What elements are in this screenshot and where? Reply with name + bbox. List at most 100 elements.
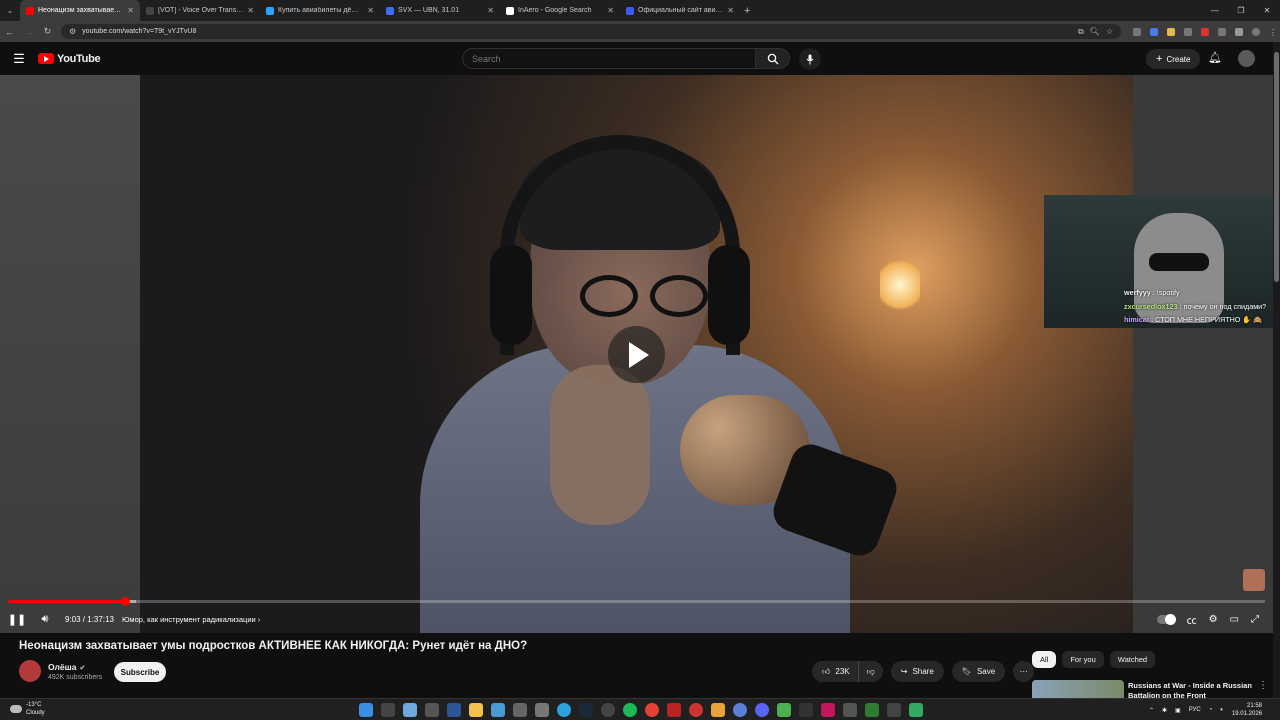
browser-tab[interactable]: Купить авиабилеты дёшево со ✕ xyxy=(260,0,380,21)
scrollbar-thumb[interactable] xyxy=(1274,52,1279,282)
tray-chevron-icon[interactable]: ⌃ xyxy=(1149,707,1154,714)
app-icon[interactable] xyxy=(887,703,901,717)
app-icon[interactable] xyxy=(667,703,681,717)
zoom-icon[interactable]: 🔍︎ xyxy=(1090,27,1100,36)
theater-mode-icon[interactable]: ▭ xyxy=(1230,614,1239,625)
close-tab-icon[interactable]: ✕ xyxy=(487,6,494,15)
app-icon[interactable] xyxy=(733,703,747,717)
extension-icon[interactable] xyxy=(1184,27,1192,36)
new-tab-button[interactable]: + xyxy=(744,5,750,17)
settings-gear-icon[interactable]: ⚙ xyxy=(1209,614,1218,625)
steam-icon[interactable] xyxy=(579,703,593,717)
reload-icon[interactable]: ↻ xyxy=(38,26,57,37)
recommendation-title[interactable]: Russians at War - Inside a Russian Batta… xyxy=(1128,681,1256,698)
chrome-icon[interactable] xyxy=(645,703,659,717)
spotify-icon[interactable] xyxy=(623,703,637,717)
channel-name[interactable]: Олёша ✔ xyxy=(48,662,85,672)
recommendation-menu-icon[interactable]: ⋮ xyxy=(1258,680,1268,691)
app-icon[interactable] xyxy=(821,703,835,717)
chatgpt-icon[interactable] xyxy=(601,703,615,717)
dislike-button[interactable]: 👎︎ xyxy=(857,661,883,682)
channel-avatar[interactable] xyxy=(19,660,41,682)
start-icon[interactable] xyxy=(359,703,373,717)
subscribe-button[interactable]: Subscribe xyxy=(114,662,166,682)
browser-tab[interactable]: Официальный сайт авиакомп ✕ xyxy=(620,0,740,21)
maximize-icon[interactable]: ❐ xyxy=(1228,6,1254,15)
browser-tab[interactable]: [VOT] - Voice Over Translation✕ xyxy=(140,0,260,21)
play-button[interactable] xyxy=(608,326,665,383)
like-button[interactable]: 👍︎ 23K xyxy=(812,661,858,682)
search-icon[interactable] xyxy=(381,703,395,717)
video-player[interactable]: werfyyy : !spotify zxcursedlox123 : почем… xyxy=(0,75,1273,633)
scrubber-handle[interactable] xyxy=(120,597,130,606)
recommendation-item[interactable]: Russians at War - Inside a Russian Batta… xyxy=(1032,680,1268,698)
close-tab-icon[interactable]: ✕ xyxy=(367,6,374,15)
fullscreen-icon[interactable]: ⤢ xyxy=(1251,614,1259,625)
app-icon[interactable] xyxy=(711,703,725,717)
weather-widget[interactable]: -13°C Cloudy xyxy=(10,701,45,717)
back-icon[interactable]: ← xyxy=(0,27,19,37)
extension-icon[interactable] xyxy=(1201,27,1209,36)
extension-icon[interactable] xyxy=(1235,27,1243,36)
app-icon[interactable] xyxy=(777,703,791,717)
clock[interactable]: 21:58 19.01.2026 xyxy=(1232,702,1262,718)
close-window-icon[interactable]: ✕ xyxy=(1254,6,1280,15)
close-tab-icon[interactable]: ✕ xyxy=(727,6,734,15)
search-button[interactable] xyxy=(756,48,790,69)
menu-icon[interactable]: ☰ xyxy=(0,51,38,67)
app-icon[interactable] xyxy=(403,703,417,717)
telegram-icon[interactable] xyxy=(557,703,571,717)
progress-bar[interactable] xyxy=(8,597,1265,606)
profile-icon[interactable] xyxy=(1252,27,1260,36)
recommendation-thumbnail[interactable] xyxy=(1032,680,1124,698)
notifications-bell-icon[interactable]: 🔔︎ xyxy=(1208,51,1222,64)
file-explorer-icon[interactable] xyxy=(469,703,483,717)
app-icon[interactable] xyxy=(799,703,813,717)
bluetooth-icon[interactable]: ✱ xyxy=(1162,707,1167,714)
tab-search-icon[interactable]: ⌄ xyxy=(0,0,20,21)
voice-search-button[interactable] xyxy=(799,48,821,70)
close-tab-icon[interactable]: ✕ xyxy=(127,6,134,15)
app-icon[interactable] xyxy=(425,703,439,717)
volume-tray-icon[interactable]: 🔈︎ xyxy=(1220,707,1224,714)
close-tab-icon[interactable]: ✕ xyxy=(607,6,614,15)
volume-icon[interactable]: 🔊︎ xyxy=(31,613,59,626)
filter-chip[interactable]: All xyxy=(1032,651,1057,668)
pause-icon[interactable]: ❚❚ xyxy=(3,613,31,626)
create-button[interactable]: + Create xyxy=(1146,49,1201,69)
app-icon[interactable] xyxy=(843,703,857,717)
extension-icon[interactable] xyxy=(1150,27,1158,36)
browser-tab[interactable]: SVX — UBN, 31.01 ✕ xyxy=(380,0,500,21)
search-input[interactable] xyxy=(462,48,756,69)
install-app-icon[interactable]: ⧉ xyxy=(1078,27,1084,37)
browser-tab[interactable]: Неонацизм захватывает ум ✕ xyxy=(20,0,140,21)
app-icon[interactable] xyxy=(447,703,461,717)
account-avatar[interactable] xyxy=(1238,50,1255,67)
close-tab-icon[interactable]: ✕ xyxy=(247,6,254,15)
extension-icon[interactable] xyxy=(1133,27,1141,36)
bookmark-star-icon[interactable]: ☆ xyxy=(1106,27,1113,36)
wifi-icon[interactable]: ◔ xyxy=(1209,707,1213,713)
app-icon[interactable] xyxy=(909,703,923,717)
forward-icon[interactable]: → xyxy=(19,27,38,37)
share-button[interactable]: ↪ Share xyxy=(890,661,944,682)
app-icon[interactable] xyxy=(535,703,549,717)
language-indicator[interactable]: РУС xyxy=(1189,707,1201,713)
app-icon[interactable] xyxy=(513,703,527,717)
discord-icon[interactable] xyxy=(755,703,769,717)
minimize-icon[interactable]: — xyxy=(1202,6,1228,15)
filter-chip[interactable]: For you xyxy=(1062,651,1104,668)
browser-tab[interactable]: InAero - Google Search ✕ xyxy=(500,0,620,21)
chapter-title[interactable]: Юмор, как инструмент радикализации › xyxy=(122,615,260,624)
subtitles-icon[interactable]: ㏄ xyxy=(1187,612,1197,627)
extension-icon[interactable] xyxy=(1218,27,1226,36)
extension-icon[interactable] xyxy=(1167,27,1175,36)
page-scrollbar[interactable] xyxy=(1273,42,1280,698)
save-button[interactable]: 🔖︎ Save xyxy=(951,661,1006,682)
app-tray-icon[interactable]: ▣ xyxy=(1175,707,1181,714)
site-info-icon[interactable]: ⚙ xyxy=(69,27,76,36)
autoplay-toggle[interactable] xyxy=(1156,613,1176,625)
filter-chip[interactable]: Watched xyxy=(1109,651,1156,668)
app-icon[interactable] xyxy=(689,703,703,717)
youtube-logo[interactable]: YouTube xyxy=(38,53,101,65)
